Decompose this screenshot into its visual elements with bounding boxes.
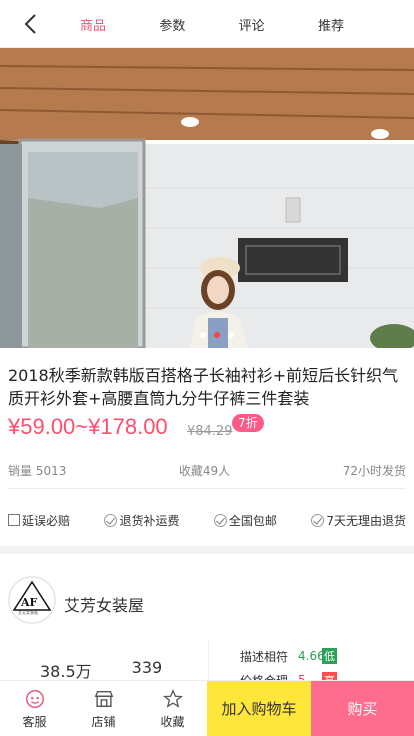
- shop-logo-subtext: 艾芳女装屋: [18, 610, 38, 615]
- badge-label: 全国包邮: [228, 513, 277, 528]
- customer-service-label: 客服: [22, 714, 47, 729]
- tab-params[interactable]: 参数: [145, 15, 199, 34]
- star-icon: [162, 688, 183, 708]
- badge-label: 7天无理由退货: [326, 513, 406, 528]
- store-button[interactable]: 店铺: [69, 681, 138, 736]
- section-separator: [0, 546, 414, 554]
- favorite-button[interactable]: 收藏: [138, 681, 207, 736]
- sales-count: 销量 5013: [8, 464, 67, 478]
- buy-now-button[interactable]: 购买: [311, 681, 414, 736]
- store-label: 店铺: [91, 714, 116, 729]
- rating-row: 描述相符 4.66 低: [240, 644, 338, 668]
- product-stats: 销量 5013 收藏49人 72小时发货: [8, 462, 406, 482]
- badge-label: 退货补运费: [119, 513, 180, 528]
- tab-bar: 商品 参数 评论 推荐: [66, 0, 358, 48]
- add-to-cart-button[interactable]: 加入购物车: [207, 681, 311, 736]
- shipping-time: 72小时发货: [342, 464, 406, 478]
- back-arrow-icon[interactable]: [20, 12, 44, 36]
- shop-logo-text: AF: [21, 596, 38, 609]
- tab-recommend[interactable]: 推荐: [304, 15, 358, 34]
- bottom-action-bar: 客服 店铺 收藏 加入购物车 购买: [0, 680, 414, 736]
- shop-stat-followers: 38.5万: [40, 662, 92, 681]
- check-circle-icon: [104, 513, 118, 527]
- product-title: 2018秋季新款韩版百搭格子长袖衬衫+前短后长针织气质开衫外套+高腰直筒九分牛仔…: [8, 366, 399, 408]
- badge-delay-compensation: 延误必赔: [8, 510, 70, 530]
- price-range: ¥59.00~¥178.00: [8, 414, 168, 439]
- shop-logo[interactable]: AF 艾芳女装屋: [8, 576, 56, 624]
- tab-product[interactable]: 商品: [66, 15, 120, 34]
- rating-value: 4.66: [298, 649, 325, 663]
- favorites-count: 收藏49人: [178, 464, 231, 478]
- service-badges: 延误必赔 退货补运费 全国包邮 7天无理由退货: [8, 510, 406, 530]
- shop-stat-products: 339: [131, 658, 163, 677]
- shop-stats: 38.5万 339: [40, 658, 162, 682]
- tab-comments[interactable]: 评论: [225, 15, 279, 34]
- top-navigation: 商品 参数 评论 推荐: [0, 0, 414, 48]
- checkbox-icon: [8, 514, 20, 526]
- badge-7day-return: 7天无理由退货: [311, 510, 406, 530]
- pagination-dot-active[interactable]: [214, 332, 220, 338]
- rating-label: 描述相符: [240, 649, 289, 664]
- divider: [8, 488, 406, 489]
- pagination-dot[interactable]: [228, 332, 234, 338]
- check-circle-icon: [213, 513, 227, 527]
- pagination-dot[interactable]: [200, 332, 206, 338]
- customer-service-icon: [25, 689, 44, 708]
- badge-label: 延误必赔: [22, 513, 71, 528]
- product-page: { "header": { "tabs": [ {"label": "商品"},…: [0, 0, 414, 736]
- rating-tag: 低: [322, 648, 338, 664]
- original-price: ¥84.29: [187, 424, 233, 439]
- badge-free-shipping: 全国包邮: [213, 510, 277, 530]
- check-circle-icon: [311, 513, 325, 527]
- favorite-label: 收藏: [160, 714, 185, 729]
- image-pagination: [200, 332, 234, 338]
- store-icon: [94, 690, 113, 707]
- badge-return-shipping: 退货补运费: [104, 510, 179, 530]
- product-image[interactable]: [0, 48, 414, 348]
- discount-badge: 7折: [232, 414, 264, 432]
- shop-name[interactable]: 艾芳女装屋: [64, 592, 144, 616]
- customer-service-button[interactable]: 客服: [0, 681, 69, 736]
